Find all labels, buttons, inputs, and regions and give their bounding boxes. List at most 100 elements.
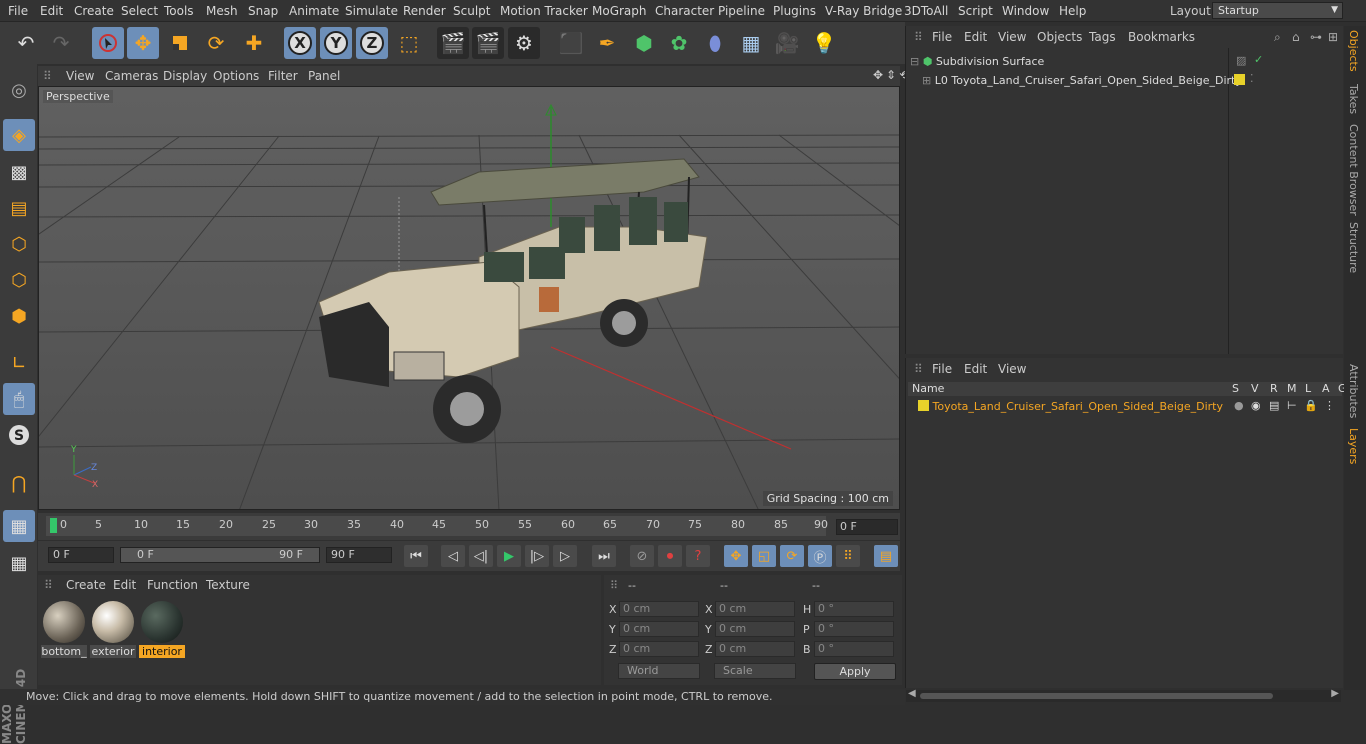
layers-menu-edit[interactable]: Edit — [964, 362, 987, 376]
layers-menu-view[interactable]: View — [998, 362, 1026, 376]
key-position-icon[interactable]: ✥ — [724, 545, 748, 567]
next-key-icon[interactable]: ▷ — [553, 545, 577, 567]
size-z-field[interactable]: 0 cm — [715, 641, 795, 657]
camera-icon[interactable]: 🎥 — [771, 27, 803, 59]
column-locked[interactable]: L — [1305, 382, 1311, 395]
axis-mode-icon[interactable]: ∟ — [3, 347, 35, 379]
material-menu-texture[interactable]: Texture — [206, 578, 250, 592]
objects-menu-file[interactable]: File — [932, 30, 952, 44]
viewport-menu-cameras[interactable]: Cameras — [105, 69, 158, 83]
play-icon[interactable]: ▶ — [497, 545, 521, 567]
layout-select[interactable]: Startup ▼ — [1212, 2, 1343, 19]
column-render[interactable]: R — [1270, 382, 1278, 395]
objects-menu-objects[interactable]: Objects — [1037, 30, 1082, 44]
key-point-level-icon[interactable]: ⠿ — [836, 545, 860, 567]
menu-sculpt[interactable]: Sculpt — [453, 4, 490, 18]
model-mode-icon[interactable]: ◈ — [3, 119, 35, 151]
scroll-left-icon[interactable]: ◀ — [908, 688, 916, 699]
frame-range-slider[interactable]: 0 F 90 F — [120, 547, 320, 563]
menu-simulate[interactable]: Simulate — [345, 4, 398, 18]
menu-file[interactable]: File — [8, 4, 28, 18]
size-y-field[interactable]: 0 cm — [715, 621, 795, 637]
points-mode-icon[interactable]: ⬡ — [3, 228, 35, 260]
rotate-tool-icon[interactable]: ⟳ — [200, 27, 232, 59]
autokey-icon[interactable]: ⏺ — [658, 545, 682, 567]
enabled-check-icon[interactable]: ✓ — [1254, 53, 1263, 66]
layers-menu-file[interactable]: File — [932, 362, 952, 376]
tab-attributes[interactable]: Attributes — [1347, 364, 1360, 418]
tree-item-toyota[interactable]: ⊞ L0 Toyota_Land_Cruiser_Safari_Open_Sid… — [922, 74, 1242, 87]
polygons-mode-icon[interactable]: ⬢ — [3, 300, 35, 332]
viewport-menu-view[interactable]: View — [66, 69, 94, 83]
position-x-field[interactable]: 0 cm — [619, 601, 699, 617]
x-axis-lock-icon[interactable]: X — [284, 27, 316, 59]
tweak-mode-icon[interactable]: 🖱 — [3, 383, 35, 415]
scrollbar-thumb[interactable] — [920, 693, 1273, 699]
column-manager[interactable]: M — [1287, 382, 1297, 395]
live-selection-icon[interactable] — [92, 27, 124, 59]
deformer-icon[interactable]: ⬮ — [699, 27, 731, 59]
menu-mesh[interactable]: Mesh — [206, 4, 238, 18]
menu-vray-bridge[interactable]: V-Ray Bridge — [825, 4, 902, 18]
rotation-b-field[interactable]: 0 ° — [814, 641, 894, 657]
previous-key-icon[interactable]: ◁ — [441, 545, 465, 567]
menu-plugins[interactable]: Plugins — [773, 4, 816, 18]
material-menu-edit[interactable]: Edit — [113, 578, 136, 592]
menu-character[interactable]: Character — [655, 4, 714, 18]
apply-button[interactable]: Apply — [814, 663, 896, 680]
snap-magnet-icon[interactable]: ⋂ — [3, 467, 35, 499]
end-frame-field[interactable]: 90 F — [326, 547, 392, 563]
manager-icon[interactable]: ⊢ — [1287, 399, 1297, 412]
move-tool-icon[interactable]: ✥ — [127, 27, 159, 59]
menu-tools[interactable]: Tools — [164, 4, 194, 18]
timeline-window-icon[interactable]: ▤ — [874, 545, 898, 567]
viewport-menu-options[interactable]: Options — [213, 69, 259, 83]
menu-script[interactable]: Script — [958, 4, 993, 18]
menu-create[interactable]: Create — [74, 4, 114, 18]
menu-animate[interactable]: Animate — [289, 4, 339, 18]
menu-mograph[interactable]: MoGraph — [592, 4, 647, 18]
workplane-icon[interactable]: ▤ — [3, 192, 35, 224]
menu-render[interactable]: Render — [403, 4, 446, 18]
menu-3dtoall[interactable]: 3DToAll — [904, 4, 948, 18]
tab-structure[interactable]: Structure — [1347, 222, 1360, 273]
rotation-p-field[interactable]: 0 ° — [814, 621, 894, 637]
material-swatch-bottom[interactable]: bottom_ — [41, 599, 87, 658]
coordinate-space-dropdown[interactable]: World — [618, 663, 700, 679]
3d-viewport[interactable]: Y Z X Perspective Grid Spacing : 100 cm — [38, 86, 900, 510]
search-icon[interactable]: ⌕ — [1274, 30, 1281, 45]
tab-takes[interactable]: Takes — [1347, 84, 1360, 114]
column-animation[interactable]: A — [1322, 382, 1330, 395]
cube-icon[interactable]: ⬛ — [555, 27, 587, 59]
eye-icon[interactable]: ◉ — [1251, 399, 1261, 412]
key-scale-icon[interactable]: ◱ — [752, 545, 776, 567]
lock-icon[interactable]: 🔒 — [1304, 399, 1318, 412]
menu-select[interactable]: Select — [121, 4, 158, 18]
pen-spline-icon[interactable]: ✒ — [591, 27, 623, 59]
scale-tool-icon[interactable] — [164, 27, 196, 59]
record-keys-icon[interactable]: ⊘ — [630, 545, 654, 567]
material-menu-create[interactable]: Create — [66, 578, 106, 592]
light-bulb-icon[interactable]: 💡 — [808, 27, 840, 59]
render-settings-icon[interactable]: ⚙ — [508, 27, 540, 59]
render-view-icon[interactable]: 🎬 — [437, 27, 469, 59]
menu-window[interactable]: Window — [1002, 4, 1049, 18]
y-axis-lock-icon[interactable]: Y — [320, 27, 352, 59]
undo-icon[interactable]: ↶ — [10, 27, 42, 59]
expand-icon[interactable]: ⊞ — [922, 74, 931, 87]
viewport-menu-filter[interactable]: Filter — [268, 69, 298, 83]
previous-frame-icon[interactable]: ◁| — [469, 545, 493, 567]
position-y-field[interactable]: 0 cm — [619, 621, 699, 637]
link-icon[interactable]: ⊶ — [1310, 30, 1322, 44]
layer-color-swatch[interactable] — [918, 400, 929, 411]
visibility-dots-icon[interactable]: ⁚ — [1250, 72, 1254, 85]
position-z-field[interactable]: 0 cm — [619, 641, 699, 657]
solo-mode-icon[interactable]: S — [3, 419, 35, 451]
playhead[interactable] — [50, 518, 57, 533]
column-view[interactable]: V — [1251, 382, 1259, 395]
edges-mode-icon[interactable]: ⬡ — [3, 264, 35, 296]
current-frame-field[interactable]: 0 F — [836, 519, 898, 535]
redo-icon[interactable]: ↷ — [45, 27, 77, 59]
menu-pipeline[interactable]: Pipeline — [718, 4, 765, 18]
rotation-h-field[interactable]: 0 ° — [814, 601, 894, 617]
